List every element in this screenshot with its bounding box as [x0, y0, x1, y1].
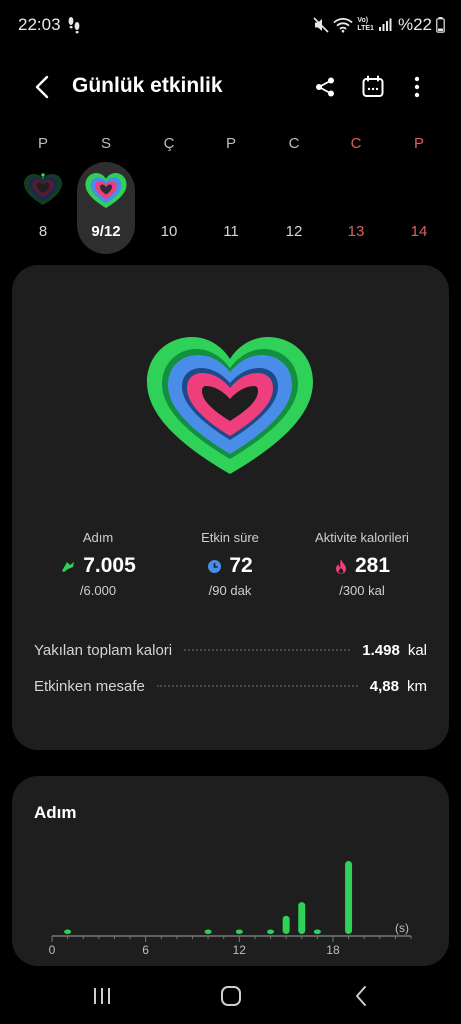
- day-number: 12: [285, 223, 303, 240]
- page-title: Günlük etkinlik: [72, 74, 223, 97]
- back-button[interactable]: [22, 70, 62, 104]
- day-number: 10: [160, 223, 178, 240]
- steps-value: 7.005: [83, 554, 136, 577]
- x-tick-label: 0: [49, 943, 56, 957]
- day-item[interactable]: C 13: [330, 132, 382, 254]
- calories-goal: /300 kal: [339, 583, 385, 598]
- steps-bar-chart: 0 6 12 18 (s): [49, 861, 412, 957]
- activity-rings-heart-icon: [147, 337, 313, 474]
- day-number: 8: [38, 223, 48, 240]
- step-bar: [282, 915, 290, 934]
- day-activity-heart-icon: [85, 173, 127, 208]
- x-tick-label: 6: [142, 943, 149, 957]
- day-item[interactable]: P 14: [393, 132, 445, 254]
- share-icon: [316, 77, 334, 97]
- distance-unit: km: [407, 677, 427, 695]
- calories-label: Aktivite kalorileri: [315, 530, 409, 545]
- day-letter: C: [288, 135, 300, 152]
- steps-goal: /6.000: [79, 583, 117, 598]
- steps-chart-card[interactable]: Adım 0 6 12 18 (s): [12, 776, 449, 966]
- status-bar: 22:03 Vo) LTE1 %22: [0, 0, 461, 50]
- clock-icon: [208, 559, 222, 573]
- distance-value: 4,88: [369, 677, 399, 695]
- battery-icon: [436, 17, 445, 33]
- status-time: 22:03: [18, 15, 61, 34]
- day-item[interactable]: P 8: [17, 132, 69, 254]
- home-icon: [221, 986, 241, 1006]
- active-time-label: Etkin süre: [201, 530, 259, 545]
- distance-row: Etkinken mesafe 4,88 km: [34, 674, 427, 698]
- step-bar: [64, 929, 72, 934]
- day-letter: P: [37, 135, 48, 152]
- more-vert-icon: [414, 76, 420, 98]
- step-bar: [235, 929, 243, 934]
- total-calories-unit: kal: [407, 641, 427, 659]
- battery-percent: %22: [397, 15, 432, 34]
- day-letter: C: [350, 135, 362, 152]
- step-bar: [345, 861, 353, 934]
- day-letter: S: [100, 135, 111, 152]
- day-letter: P: [413, 135, 424, 152]
- system-back-button[interactable]: [341, 982, 381, 1010]
- calendar-icon: [362, 75, 384, 97]
- steps-label: Adım: [82, 530, 114, 545]
- x-tick-label: 18: [326, 943, 340, 957]
- signal-icon: [378, 18, 392, 31]
- lte-label: LTE1: [357, 25, 374, 32]
- x-axis-unit-label: (s): [395, 921, 409, 935]
- day-item[interactable]: Ç 10: [143, 132, 195, 254]
- dotted-leader: [184, 649, 351, 651]
- total-calories-label: Yakılan toplam kalori: [34, 641, 173, 659]
- distance-label: Etkinken mesafe: [34, 677, 145, 695]
- chevron-left-icon: [35, 75, 49, 99]
- week-selector: P 8 S 9/12 Ç 10 P 11 C 12 C 13 P 14: [12, 132, 450, 254]
- dotted-leader: [156, 685, 358, 687]
- step-bar: [298, 902, 306, 934]
- network-label: Vo) LTE1: [357, 17, 374, 33]
- step-bar: [267, 929, 275, 934]
- total-calories-row: Yakılan toplam kalori 1.498 kal: [34, 638, 427, 662]
- navigation-bar: [0, 966, 461, 1024]
- wifi-icon: [333, 18, 353, 33]
- day-number: 9/12: [91, 223, 121, 240]
- steps-stat: Adım 7.005 /6.000: [28, 530, 168, 598]
- step-bar: [204, 929, 212, 934]
- day-number: 14: [410, 223, 428, 240]
- back-arrow-icon: [356, 986, 366, 1006]
- more-options-button[interactable]: [402, 72, 432, 102]
- footsteps-icon: [68, 17, 80, 34]
- day-number: 13: [347, 223, 365, 240]
- shoe-icon: [62, 562, 75, 572]
- calories-stat: Aktivite kalorileri 281 /300 kal: [292, 530, 432, 598]
- app-bar: Günlük etkinlik: [0, 60, 461, 114]
- flame-icon: [335, 558, 346, 574]
- activity-summary-card[interactable]: Adım 7.005 /6.000 Etkin süre 72 /90 dak …: [12, 265, 449, 750]
- day-letter: P: [225, 135, 236, 152]
- active-time-stat: Etkin süre 72 /90 dak: [160, 530, 300, 598]
- active-time-value: 72: [229, 554, 253, 577]
- active-time-goal: /90 dak: [208, 583, 252, 598]
- step-bar: [313, 929, 321, 934]
- day-item-selected[interactable]: S 9/12: [77, 132, 135, 254]
- x-tick-label: 12: [233, 943, 247, 957]
- day-item[interactable]: C 12: [268, 132, 320, 254]
- day-letter: Ç: [163, 135, 175, 152]
- day-item[interactable]: P 11: [205, 132, 257, 254]
- day-activity-heart-icon: [24, 173, 62, 205]
- recent-apps-icon: [94, 988, 110, 1004]
- calories-value: 281: [354, 554, 391, 577]
- total-calories-value: 1.498: [362, 641, 400, 659]
- calendar-button[interactable]: [358, 72, 388, 102]
- share-button[interactable]: [310, 72, 340, 102]
- recent-apps-button[interactable]: [82, 982, 122, 1010]
- home-button[interactable]: [211, 982, 251, 1010]
- volte-label: Vo): [357, 17, 369, 24]
- day-number: 11: [223, 223, 239, 240]
- mute-icon: [313, 17, 329, 33]
